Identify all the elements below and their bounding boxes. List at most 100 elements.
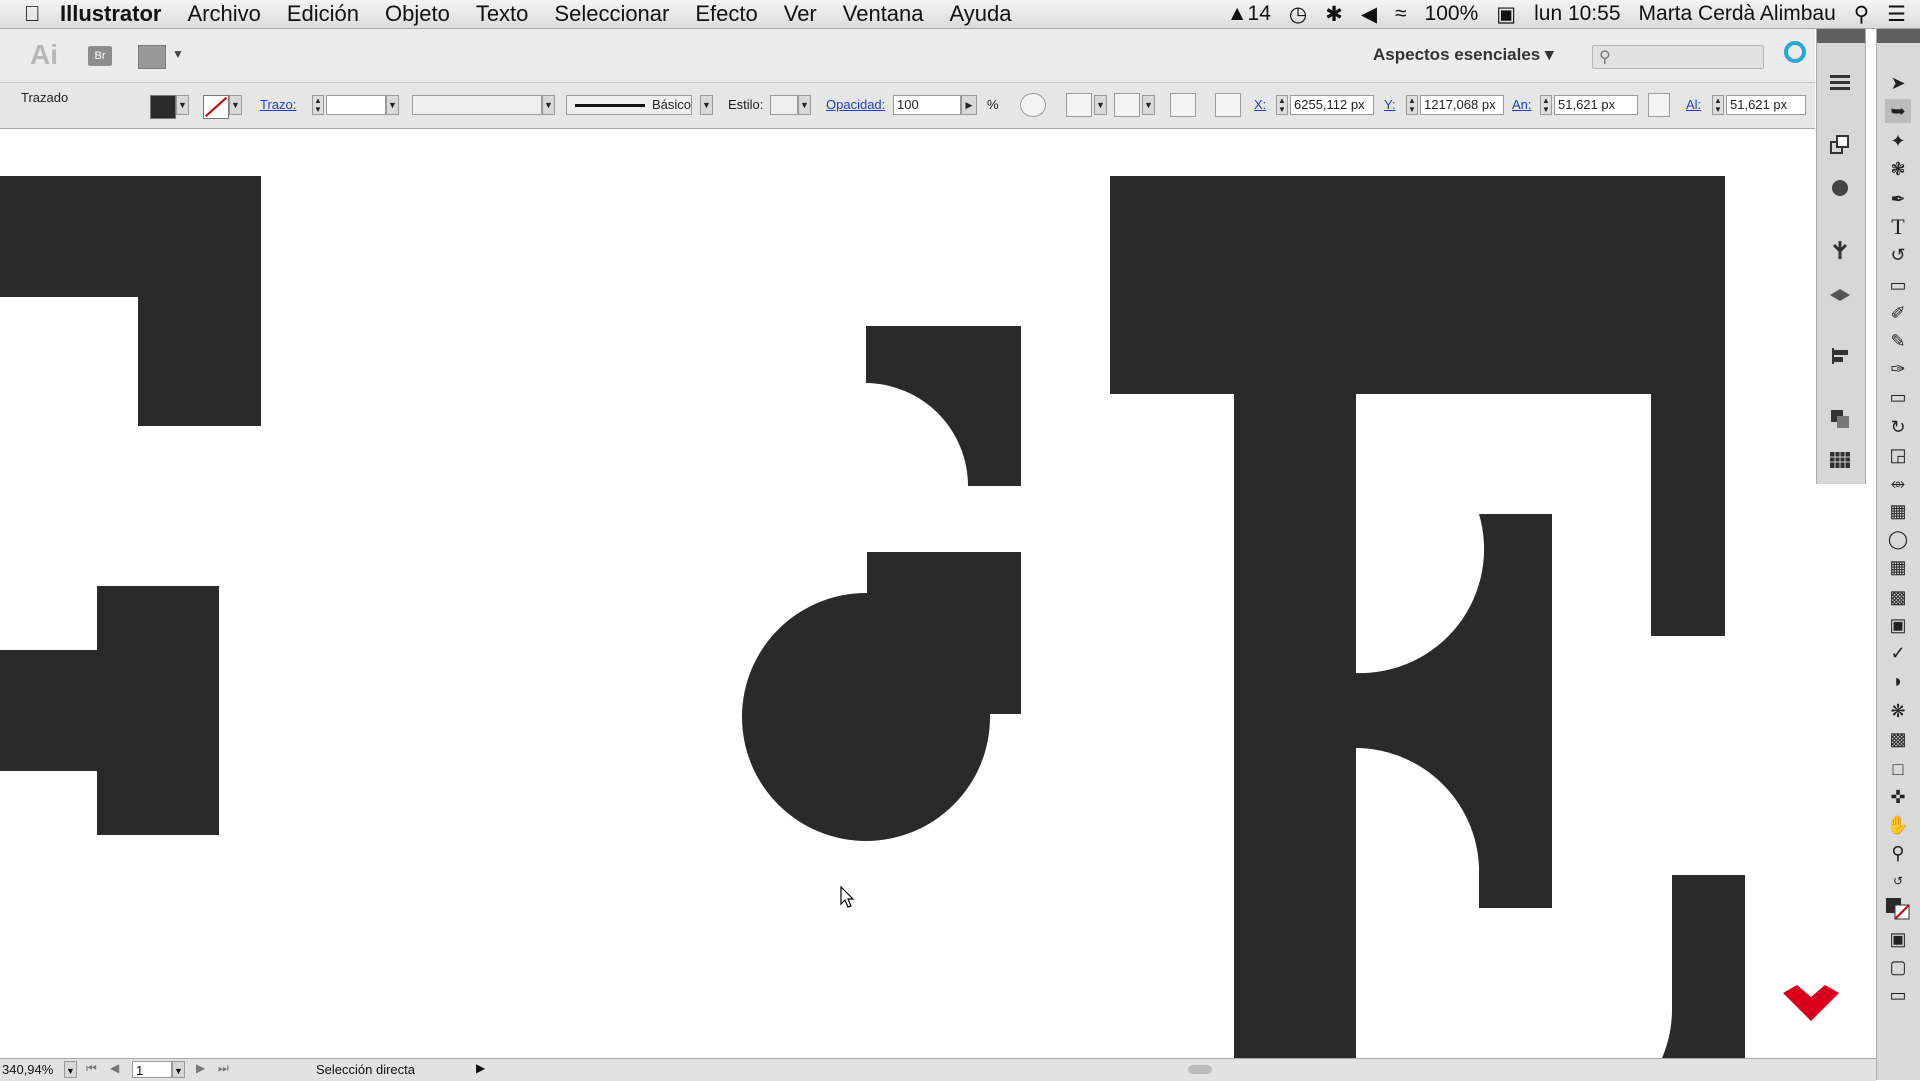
y-stepper[interactable]: ▲ ▼ bbox=[1406, 95, 1418, 115]
time-machine-icon[interactable]: ◷ bbox=[1289, 2, 1307, 27]
symbol-sprayer-tool-icon[interactable]: ❋ bbox=[1885, 699, 1911, 723]
wifi-icon[interactable]: ≈ bbox=[1395, 2, 1407, 26]
volume-icon[interactable]: ◀ bbox=[1361, 2, 1377, 27]
adobe-status-icon[interactable]: ▲14 bbox=[1227, 2, 1271, 26]
slice-tool-icon[interactable]: ✜ bbox=[1885, 785, 1911, 809]
variable-width-dropdown[interactable]: ▼ bbox=[542, 95, 555, 115]
appearance-panel-icon[interactable] bbox=[1828, 177, 1852, 199]
variable-width-profile[interactable] bbox=[412, 95, 542, 115]
menu-edicion[interactable]: Edición bbox=[287, 1, 359, 27]
menu-app-name[interactable]: Illustrator bbox=[60, 1, 161, 27]
graphic-style-swatch[interactable] bbox=[770, 95, 798, 115]
artwork[interactable] bbox=[0, 129, 1815, 1058]
height-field[interactable]: 51,621 px bbox=[1726, 95, 1806, 115]
mesh-tool-icon[interactable]: ▩ bbox=[1885, 585, 1911, 609]
isolate-object-icon[interactable] bbox=[1170, 93, 1196, 117]
menu-ayuda[interactable]: Ayuda bbox=[950, 1, 1012, 27]
next-artboard-icon[interactable]: ▶ bbox=[196, 1061, 205, 1075]
selection-tool-icon[interactable]: ➤ bbox=[1885, 71, 1911, 95]
fill-dropdown[interactable]: ▼ bbox=[176, 95, 189, 115]
artboard-number-field[interactable]: 1 bbox=[132, 1061, 172, 1078]
opacity-slider-button[interactable]: ▶ bbox=[961, 95, 977, 115]
swatches-panel-icon[interactable] bbox=[1828, 449, 1852, 471]
width-field[interactable]: 51,621 px bbox=[1554, 95, 1638, 115]
blob-brush-tool-icon[interactable]: ✑ bbox=[1885, 357, 1911, 381]
symbols-panel-icon[interactable] bbox=[1828, 239, 1852, 261]
stroke-label[interactable]: Trazo: bbox=[260, 97, 296, 112]
notification-center-icon[interactable]: ☰ bbox=[1887, 2, 1906, 27]
blend-tool-icon[interactable]: ◗ bbox=[1885, 669, 1911, 693]
magic-wand-tool-icon[interactable]: ✦ bbox=[1885, 129, 1911, 153]
clock[interactable]: lun 10:55 bbox=[1534, 2, 1620, 26]
width-label[interactable]: An: bbox=[1512, 97, 1532, 112]
x-field[interactable]: 6255,112 px bbox=[1290, 95, 1374, 115]
y-label[interactable]: Y: bbox=[1384, 97, 1396, 112]
x-stepper[interactable]: ▲ ▼ bbox=[1276, 95, 1288, 115]
status-menu-arrow-icon[interactable]: ▶ bbox=[476, 1061, 485, 1075]
transform-panel-icon[interactable] bbox=[1828, 133, 1852, 155]
opacity-field[interactable]: 100 bbox=[893, 95, 961, 115]
align-panel-icon[interactable] bbox=[1828, 345, 1852, 367]
menu-archivo[interactable]: Archivo bbox=[187, 1, 260, 27]
lasso-tool-icon[interactable]: ❃ bbox=[1885, 157, 1911, 181]
tools-panel-header[interactable] bbox=[1877, 29, 1920, 43]
dock-header[interactable] bbox=[1817, 29, 1865, 43]
stroke-color-dropdown[interactable]: ▼ bbox=[229, 95, 242, 115]
pen-tool-icon[interactable]: ✒ bbox=[1885, 187, 1911, 211]
arrange-documents-button[interactable] bbox=[138, 45, 166, 69]
anchor-convert-icon[interactable] bbox=[1114, 93, 1140, 117]
fill-stroke-widget[interactable] bbox=[1885, 897, 1911, 921]
stroke-weight-dropdown[interactable]: ▼ bbox=[386, 95, 399, 115]
scale-tool-icon[interactable]: ◲ bbox=[1885, 443, 1911, 467]
fill-color-swatch[interactable] bbox=[150, 95, 176, 119]
menu-efecto[interactable]: Efecto bbox=[695, 1, 757, 27]
brush-dropdown[interactable]: ▼ bbox=[700, 95, 713, 115]
last-artboard-icon[interactable]: ⏭ bbox=[218, 1061, 229, 1076]
stroke-color-swatch[interactable] bbox=[203, 95, 229, 119]
horizontal-scrollbar-thumb[interactable] bbox=[1188, 1065, 1212, 1074]
color-mode-buttons[interactable]: ▣ bbox=[1885, 927, 1911, 951]
zoom-level[interactable]: 340,94% bbox=[2, 1062, 53, 1077]
gradient-tool-icon[interactable]: ▣ bbox=[1885, 613, 1911, 637]
opacity-label[interactable]: Opacidad: bbox=[826, 97, 885, 112]
pathfinder-panel-icon[interactable] bbox=[1828, 407, 1852, 429]
eraser-tool-icon[interactable]: ▭ bbox=[1885, 385, 1911, 409]
artboard-dropdown[interactable]: ▼ bbox=[172, 1061, 185, 1078]
pencil-tool-icon[interactable]: ✎ bbox=[1885, 329, 1911, 353]
user-name[interactable]: Marta Cerdà Alimbau bbox=[1639, 2, 1836, 26]
shape-builder-tool-icon[interactable]: ◯ bbox=[1885, 527, 1911, 551]
y-field[interactable]: 1217,068 px bbox=[1420, 95, 1504, 115]
menu-texto[interactable]: Texto bbox=[476, 1, 529, 27]
free-transform-tool-icon[interactable]: ▦ bbox=[1885, 499, 1911, 523]
width-stepper[interactable]: ▲ ▼ bbox=[1540, 95, 1552, 115]
rotate-tool-icon[interactable]: ↻ bbox=[1885, 415, 1911, 439]
select-similar-icon[interactable] bbox=[1066, 93, 1092, 117]
panel-menu-icon[interactable] bbox=[1828, 71, 1852, 93]
recolor-artwork-icon[interactable] bbox=[1020, 93, 1046, 117]
width-tool-icon[interactable]: ⥈ bbox=[1885, 471, 1911, 495]
spiral-tool-icon[interactable]: ↺ bbox=[1885, 243, 1911, 267]
height-stepper[interactable]: ▲ ▼ bbox=[1712, 95, 1724, 115]
column-graph-tool-icon[interactable]: ▩ bbox=[1885, 727, 1911, 751]
perspective-grid-tool-icon[interactable]: ▦ bbox=[1885, 555, 1911, 579]
stroke-weight-stepper[interactable]: ▲ ▼ bbox=[312, 95, 324, 115]
height-label[interactable]: Al: bbox=[1686, 97, 1701, 112]
spotlight-icon[interactable]: ⚲ bbox=[1854, 2, 1869, 27]
first-artboard-icon[interactable]: ⏮ bbox=[86, 1061, 97, 1076]
select-similar-dropdown[interactable]: ▼ bbox=[1094, 95, 1107, 115]
previous-artboard-icon[interactable]: ◀ bbox=[110, 1061, 119, 1075]
direct-selection-tool-icon[interactable]: ➥ bbox=[1885, 99, 1911, 123]
bluetooth-icon[interactable]: ✱ bbox=[1325, 2, 1343, 27]
eyedropper-tool-icon[interactable]: ✓ bbox=[1885, 641, 1911, 665]
swap-fill-stroke-icon[interactable]: ↺ bbox=[1885, 869, 1911, 893]
battery-percent[interactable]: 100% bbox=[1425, 2, 1479, 26]
constrain-proportions-icon[interactable] bbox=[1648, 93, 1670, 117]
menu-seleccionar[interactable]: Seleccionar bbox=[554, 1, 669, 27]
transform-reference-icon[interactable] bbox=[1215, 93, 1241, 117]
sync-icon[interactable] bbox=[1784, 41, 1806, 63]
hand-tool-icon[interactable]: ✋ bbox=[1885, 813, 1911, 837]
graphic-style-dropdown[interactable]: ▼ bbox=[798, 95, 811, 115]
stroke-weight-field[interactable] bbox=[326, 95, 386, 115]
x-label[interactable]: X: bbox=[1254, 97, 1266, 112]
layers-panel-icon[interactable] bbox=[1828, 283, 1852, 305]
